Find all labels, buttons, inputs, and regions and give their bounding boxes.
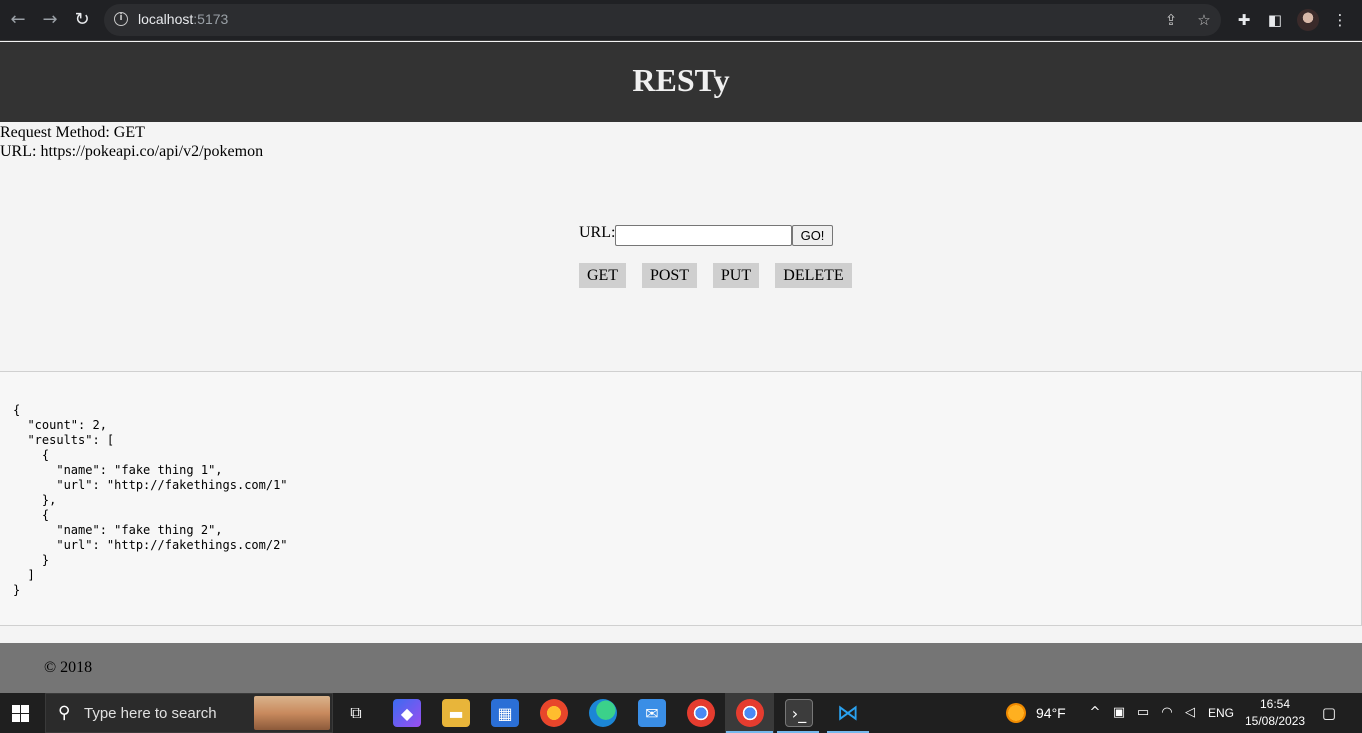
clock-time[interactable]: 16:54 — [1260, 697, 1290, 711]
volume-icon[interactable]: ◁ — [1181, 704, 1199, 722]
vscode-icon[interactable]: ⋈ — [834, 699, 862, 727]
request-method-text: Request Method: GET — [0, 124, 145, 141]
weather-sun-icon[interactable] — [1006, 703, 1026, 723]
search-icon: ⚲ — [58, 703, 71, 723]
address-bar[interactable]: i localhost:5173 ⇪ ☆ — [104, 4, 1221, 36]
side-panel-icon[interactable]: ◧ — [1264, 9, 1286, 31]
results-json: { "count": 2, "results": [ { "name": "fa… — [13, 403, 288, 597]
request-info: Request Method: GET URL: https://pokeapi… — [0, 123, 263, 161]
copilot-icon[interactable]: ◆ — [393, 699, 421, 727]
site-info-icon[interactable]: i — [114, 12, 128, 26]
go-button[interactable]: GO! — [792, 225, 833, 246]
windows-start-icon[interactable] — [0, 693, 40, 733]
delete-method-button[interactable]: DELETE — [775, 263, 852, 288]
mail-icon[interactable]: ✉ — [638, 699, 666, 727]
reload-icon[interactable]: ↻ — [71, 9, 93, 31]
share-icon[interactable]: ⇪ — [1161, 10, 1181, 30]
chevron-up-icon[interactable]: ^ — [1086, 704, 1104, 722]
file-explorer-icon[interactable]: ▬ — [442, 699, 470, 727]
weather-temperature[interactable]: 94°F — [1036, 705, 1066, 721]
chrome-icon[interactable] — [687, 699, 715, 727]
forward-arrow-icon[interactable]: → — [39, 9, 61, 31]
app-header: RESTy — [0, 42, 1362, 122]
app-title: RESTy — [632, 62, 730, 98]
extensions-puzzle-icon[interactable]: ✚ — [1233, 9, 1255, 31]
post-method-button[interactable]: POST — [642, 263, 697, 288]
app-footer: © 2018 — [0, 643, 1362, 693]
address-url[interactable]: localhost:5173 — [138, 11, 228, 27]
search-placeholder: Type here to search — [84, 705, 217, 722]
search-highlight-image — [254, 696, 330, 730]
put-method-button[interactable]: PUT — [713, 263, 759, 288]
back-arrow-icon[interactable]: ← — [7, 9, 29, 31]
windows-taskbar: ⚲ Type here to search ⧉ ◆ ▬ ▦ ✉ ›_ ⋈ 94°… — [0, 693, 1362, 733]
terminal-icon[interactable]: ›_ — [785, 699, 813, 727]
taskbar-search-box[interactable]: ⚲ Type here to search — [45, 693, 333, 733]
get-method-button[interactable]: GET — [579, 263, 626, 288]
url-input[interactable] — [615, 225, 792, 246]
clock-date[interactable]: 15/08/2023 — [1245, 714, 1305, 728]
footer-copyright: © 2018 — [44, 659, 93, 676]
request-url-text: URL: https://pokeapi.co/api/v2/pokemon — [0, 143, 264, 160]
microsoft-store-icon[interactable]: ▦ — [491, 699, 519, 727]
meet-now-icon[interactable]: ▣ — [1110, 704, 1128, 722]
wifi-icon[interactable]: ◠ — [1158, 704, 1176, 722]
edge-icon[interactable] — [589, 699, 617, 727]
browser-toolbar: ← → ↻ i localhost:5173 ⇪ ☆ ✚ ◧ ⋮ — [0, 0, 1362, 41]
profile-avatar[interactable] — [1297, 9, 1319, 31]
notifications-icon[interactable]: ▢ — [1320, 704, 1338, 722]
task-view-icon[interactable]: ⧉ — [342, 699, 370, 727]
menu-kebab-icon[interactable]: ⋮ — [1329, 9, 1351, 31]
bookmark-star-icon[interactable]: ☆ — [1194, 10, 1214, 30]
chrome-running-icon[interactable] — [736, 699, 764, 727]
firefox-icon[interactable] — [540, 699, 568, 727]
language-indicator[interactable]: ENG — [1208, 706, 1234, 720]
results-panel: { "count": 2, "results": [ { "name": "fa… — [0, 371, 1362, 626]
battery-icon[interactable]: ▭ — [1134, 704, 1152, 722]
url-label: URL: — [579, 224, 616, 241]
